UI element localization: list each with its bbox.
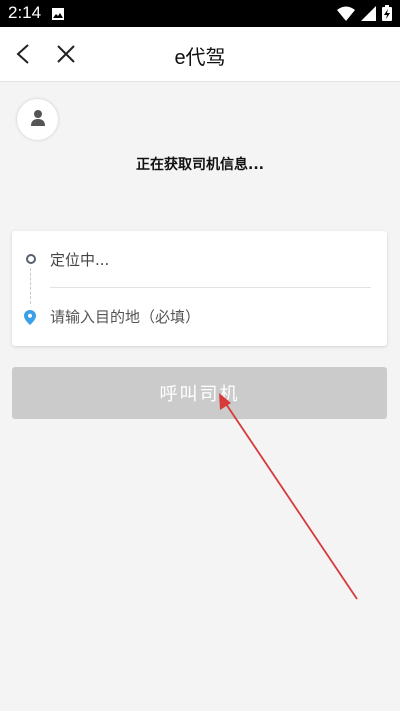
page-title: e代驾: [174, 47, 226, 69]
wifi-icon: [337, 6, 355, 25]
annotation-arrow-icon: [219, 393, 358, 600]
status-icons: [337, 5, 392, 25]
destination-input[interactable]: [50, 305, 370, 329]
call-driver-button[interactable]: 呼叫司机: [12, 367, 387, 419]
nav-bar: e代驾: [0, 27, 400, 82]
status-time: 2:14: [8, 3, 42, 22]
battery-charging-icon: [382, 5, 392, 25]
origin-location-text[interactable]: 定位中...: [50, 249, 109, 270]
signal-icon: [361, 5, 376, 25]
route-divider: [50, 287, 371, 288]
location-pin-icon: [24, 310, 36, 329]
driver-avatar: [17, 99, 58, 140]
person-icon: [30, 109, 46, 131]
origin-dot-icon: [26, 254, 36, 264]
driver-status-text: 正在获取司机信息...: [136, 157, 264, 173]
image-icon: [51, 6, 65, 25]
status-bar: 2:14: [0, 0, 400, 27]
route-dashed-line: [30, 268, 31, 304]
route-card: 定位中...: [12, 231, 387, 346]
